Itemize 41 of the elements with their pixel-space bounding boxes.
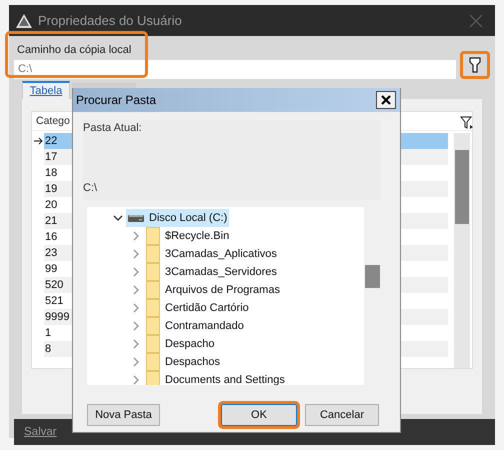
tree-item[interactable]: $Recycle.Bin — [144, 227, 232, 245]
folder-icon — [146, 317, 160, 335]
folder-icon — [146, 335, 160, 353]
current-folder-path: C:\ — [83, 182, 98, 194]
tree-item[interactable]: Despachos — [144, 353, 222, 371]
folder-icon — [146, 263, 160, 281]
folder-icon — [146, 371, 160, 385]
folder-icon — [146, 299, 160, 317]
tree-item[interactable]: Disco Local (C:) — [126, 209, 230, 227]
scrollbar[interactable] — [454, 133, 470, 368]
tree-item[interactable]: Contramandado — [144, 317, 246, 335]
close-button[interactable] — [376, 91, 396, 109]
tree-item[interactable]: Certidão Cartório — [144, 299, 251, 317]
folder-icon — [146, 245, 160, 263]
folder-icon — [146, 281, 160, 299]
dialog-title: Procurar Pasta — [76, 93, 156, 107]
current-folder-label: Pasta Atual: — [83, 122, 143, 134]
drive-icon — [128, 213, 144, 223]
save-button[interactable]: Salvar — [24, 426, 57, 438]
tree-item[interactable]: Arquivos de Programas — [144, 281, 282, 299]
close-icon — [381, 95, 391, 105]
tree-item[interactable]: Despacho — [144, 335, 217, 353]
column-header[interactable]: Catego — [36, 115, 70, 127]
pyramid-icon — [16, 14, 32, 28]
filter-icon[interactable] — [460, 116, 474, 130]
dialog-button[interactable]: Nova Pasta — [87, 404, 160, 426]
folder-icon — [146, 353, 160, 371]
path-field[interactable]: C:\ — [14, 60, 456, 78]
dialog-button[interactable]: OK — [221, 404, 297, 426]
tree-item[interactable]: Documents and Settings — [144, 371, 287, 385]
field-label: Caminho da cópia local — [17, 44, 132, 56]
chevron-icon[interactable] — [113, 213, 123, 223]
tree-item[interactable]: 3Camadas_Servidores — [144, 263, 279, 281]
folder-icon — [146, 227, 160, 245]
tree-item[interactable]: 3Camadas_Aplicativos — [144, 245, 279, 263]
tab[interactable]: Tabela — [22, 81, 70, 99]
close-icon[interactable] — [469, 14, 483, 28]
window-title: Propriedades do Usuário — [38, 13, 183, 28]
funnel-icon — [469, 57, 481, 73]
browse-button[interactable] — [460, 51, 490, 79]
dialog-button[interactable]: Cancelar — [305, 404, 379, 426]
